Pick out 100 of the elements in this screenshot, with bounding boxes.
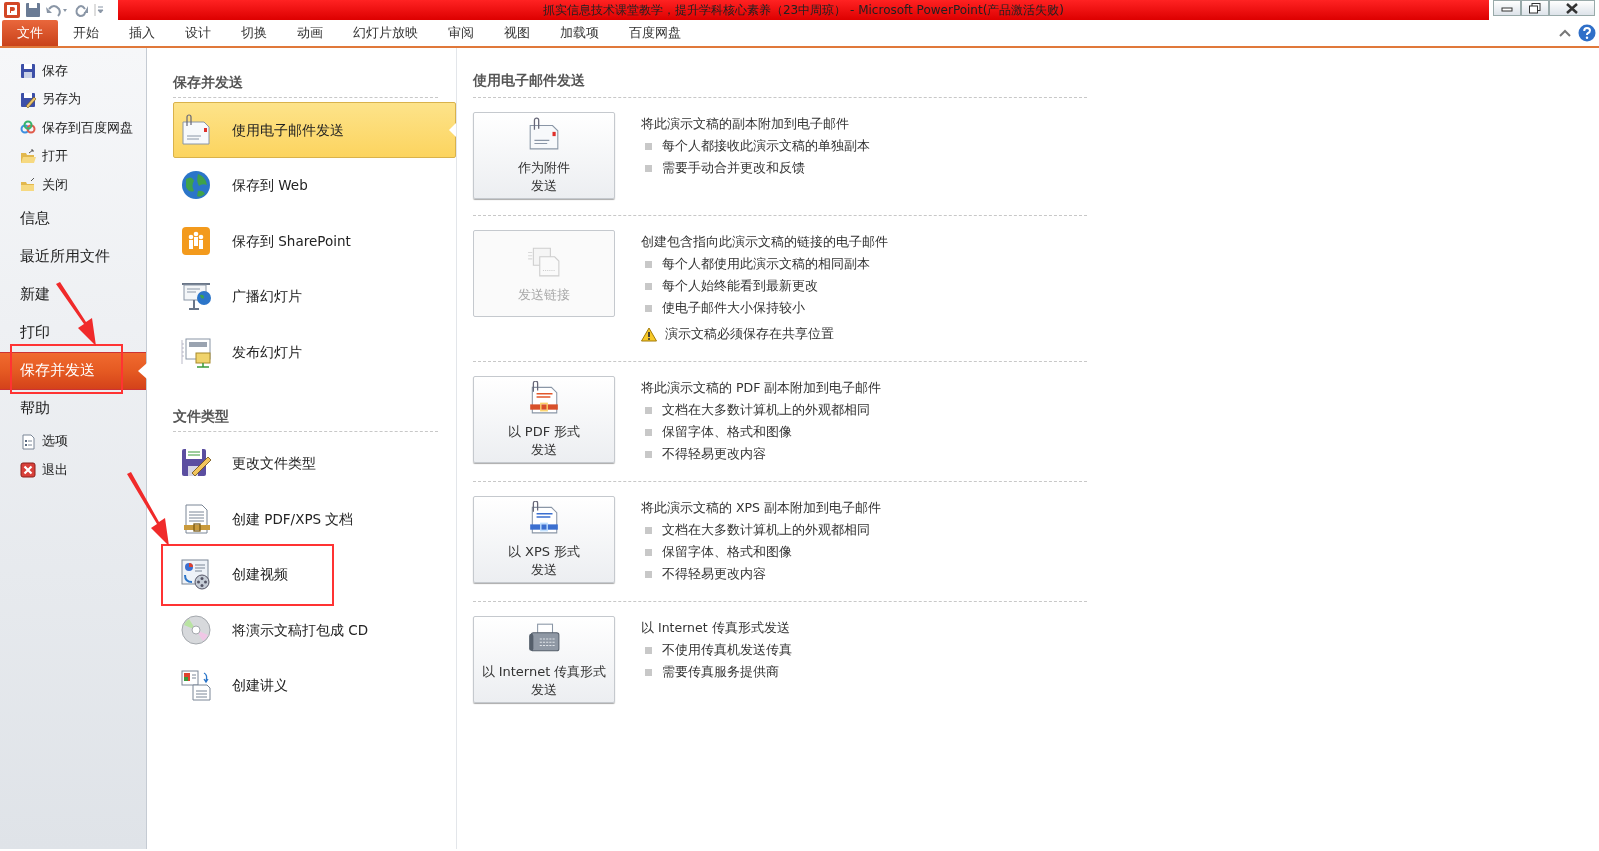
bullet-square-icon xyxy=(645,260,652,268)
section-heading: 文件类型 xyxy=(173,405,438,432)
restore-button[interactable] xyxy=(1521,0,1549,16)
bullet-square-icon xyxy=(645,646,652,654)
selection-notch xyxy=(449,122,456,137)
menu-page-item[interactable]: 信息 xyxy=(0,199,146,238)
send-button[interactable]: 以 Internet 传真形式 发送 xyxy=(473,616,615,703)
bullet-text: 保留字体、格式和图像 xyxy=(662,543,792,561)
bullet-square-icon xyxy=(645,548,652,556)
menu-page-item[interactable]: 帮助 xyxy=(0,389,146,428)
ribbon-tab[interactable]: 视图 xyxy=(489,20,545,46)
slides-folder-icon xyxy=(180,335,212,368)
menu-page-item[interactable]: 保存并发送 xyxy=(0,351,146,390)
send-option-item[interactable]: 创建 PDF/XPS 文档 xyxy=(173,491,456,547)
bullet-text: 不得轻易更改内容 xyxy=(662,445,766,463)
warning-icon xyxy=(641,326,657,342)
undo-icon[interactable] xyxy=(46,3,68,17)
bullet-square-icon xyxy=(645,570,652,578)
bullet-text: 使电子邮件大小保持较小 xyxy=(662,299,805,317)
open-folder-icon xyxy=(20,148,36,165)
people-tile-icon xyxy=(180,224,212,257)
bullet-text: 需要手动合并更改和反馈 xyxy=(662,159,805,177)
menu-command[interactable]: 保存到百度网盘 xyxy=(0,114,146,143)
bullet-square-icon xyxy=(645,668,652,676)
bullet-text: 不使用传真机发送传真 xyxy=(662,641,792,659)
bullet-text: 需要传真服务提供商 xyxy=(662,663,779,681)
send-option-item[interactable]: 广播幻灯片 xyxy=(173,268,456,324)
bullet-text: 不得轻易更改内容 xyxy=(662,565,766,583)
menu-page-item[interactable]: 打印 xyxy=(0,313,146,352)
bullet-text: 每个人始终能看到最新更改 xyxy=(662,277,818,295)
floppy-disk-pencil-icon xyxy=(20,91,36,108)
send-option-item[interactable]: 将演示文稿打包成 CD xyxy=(173,602,456,658)
bullet-square-icon xyxy=(645,406,652,414)
globe-icon xyxy=(180,169,212,202)
bullet-square-icon xyxy=(645,428,652,436)
bullet-square-icon xyxy=(645,282,652,290)
ribbon-tab[interactable]: 审阅 xyxy=(433,20,489,46)
bullet-square-icon xyxy=(645,142,652,150)
send-option-item[interactable]: 保存到 Web xyxy=(173,157,456,213)
pdf-document-icon xyxy=(527,380,561,415)
bullet-text: 文档在大多数计算机上的外观都相同 xyxy=(662,521,870,539)
send-option-item[interactable]: 创建视频 xyxy=(173,546,456,602)
envelope-paperclip-icon xyxy=(527,116,561,151)
send-option-item[interactable]: 创建讲义 xyxy=(173,657,456,713)
option-description: 创建包含指向此演示文稿的链接的电子邮件 xyxy=(641,233,888,251)
send-button[interactable]: 作为附件 发送 xyxy=(473,112,615,199)
send-button[interactable]: 以 PDF 形式 发送 xyxy=(473,376,615,463)
section-heading: 使用电子邮件发送 xyxy=(473,70,1087,98)
close-x-icon xyxy=(20,462,36,479)
ribbon-tab[interactable]: 幻灯片放映 xyxy=(338,20,433,46)
menu-command[interactable]: 打开 xyxy=(0,142,146,171)
option-description: 将此演示文稿的副本附加到电子邮件 xyxy=(641,115,850,133)
send-option-item[interactable]: 使用电子邮件发送 xyxy=(173,102,456,158)
save-icon[interactable] xyxy=(26,3,40,17)
slide-pages-icon xyxy=(180,669,212,702)
menu-command[interactable]: 另存为 xyxy=(0,85,146,114)
customize-caret-icon[interactable] xyxy=(94,3,104,17)
envelope-paperclip-icon xyxy=(180,113,212,146)
help-icon[interactable] xyxy=(1577,24,1596,42)
document-list-icon xyxy=(20,433,36,450)
restore-icon xyxy=(1529,2,1541,14)
close-button[interactable] xyxy=(1549,0,1595,16)
ribbon-tab[interactable]: 百度网盘 xyxy=(614,20,696,46)
disc-icon xyxy=(180,613,212,646)
menu-page-item[interactable]: 最近所用文件 xyxy=(0,237,146,276)
send-button[interactable]: 以 XPS 形式 发送 xyxy=(473,496,615,583)
redo-icon[interactable] xyxy=(74,3,88,17)
selection-notch xyxy=(138,362,147,379)
send-option-item[interactable]: 更改文件类型 xyxy=(173,435,456,491)
close-icon xyxy=(1565,2,1579,14)
option-description: 以 Internet 传真形式发送 xyxy=(641,619,791,637)
menu-command[interactable]: 退出 xyxy=(0,456,146,485)
folder-icon xyxy=(20,177,36,194)
bullet-square-icon xyxy=(645,164,652,172)
bullet-text: 每个人都使用此演示文稿的相同副本 xyxy=(662,255,870,273)
window-title: 抓实信息技术课堂教学，提升学科核心素养（23中周琼） - Microsoft PowerPoint(产品激活失败) xyxy=(118,0,1489,20)
send-option-item[interactable]: 保存到 SharePoint xyxy=(173,213,456,269)
bullet-text: 文档在大多数计算机上的外观都相同 xyxy=(662,401,870,419)
ribbon-tab[interactable]: 开始 xyxy=(58,20,114,46)
menu-page-item[interactable]: 新建 xyxy=(0,275,146,314)
option-description: 将此演示文稿的 XPS 副本附加到电子邮件 xyxy=(641,499,881,517)
ribbon-tab[interactable]: 切换 xyxy=(226,20,282,46)
menu-command[interactable]: 关闭 xyxy=(0,171,146,200)
send-option-item[interactable]: 发布幻灯片 xyxy=(173,324,456,380)
section-heading: 保存并发送 xyxy=(173,72,438,98)
projector-screen-globe-icon xyxy=(180,280,212,313)
menu-command[interactable]: 选项 xyxy=(0,427,146,456)
warning-text: 演示文稿必须保存在共享位置 xyxy=(665,325,834,343)
ribbon-tab[interactable]: 加载项 xyxy=(545,20,614,46)
bullet-square-icon xyxy=(645,450,652,458)
ribbon-tab[interactable]: 插入 xyxy=(114,20,170,46)
ribbon-tab[interactable]: 动画 xyxy=(282,20,338,46)
bullet-square-icon xyxy=(645,526,652,534)
collapse-ribbon-icon[interactable] xyxy=(1559,28,1572,38)
ribbon-tab[interactable]: 文件 xyxy=(2,20,58,46)
bullet-text: 每个人都接收此演示文稿的单独副本 xyxy=(662,137,870,155)
ribbon-tab[interactable]: 设计 xyxy=(170,20,226,46)
option-description: 将此演示文稿的 PDF 副本附加到电子邮件 xyxy=(641,379,882,397)
menu-command[interactable]: 保存 xyxy=(0,57,146,86)
bullet-square-icon xyxy=(645,304,652,312)
